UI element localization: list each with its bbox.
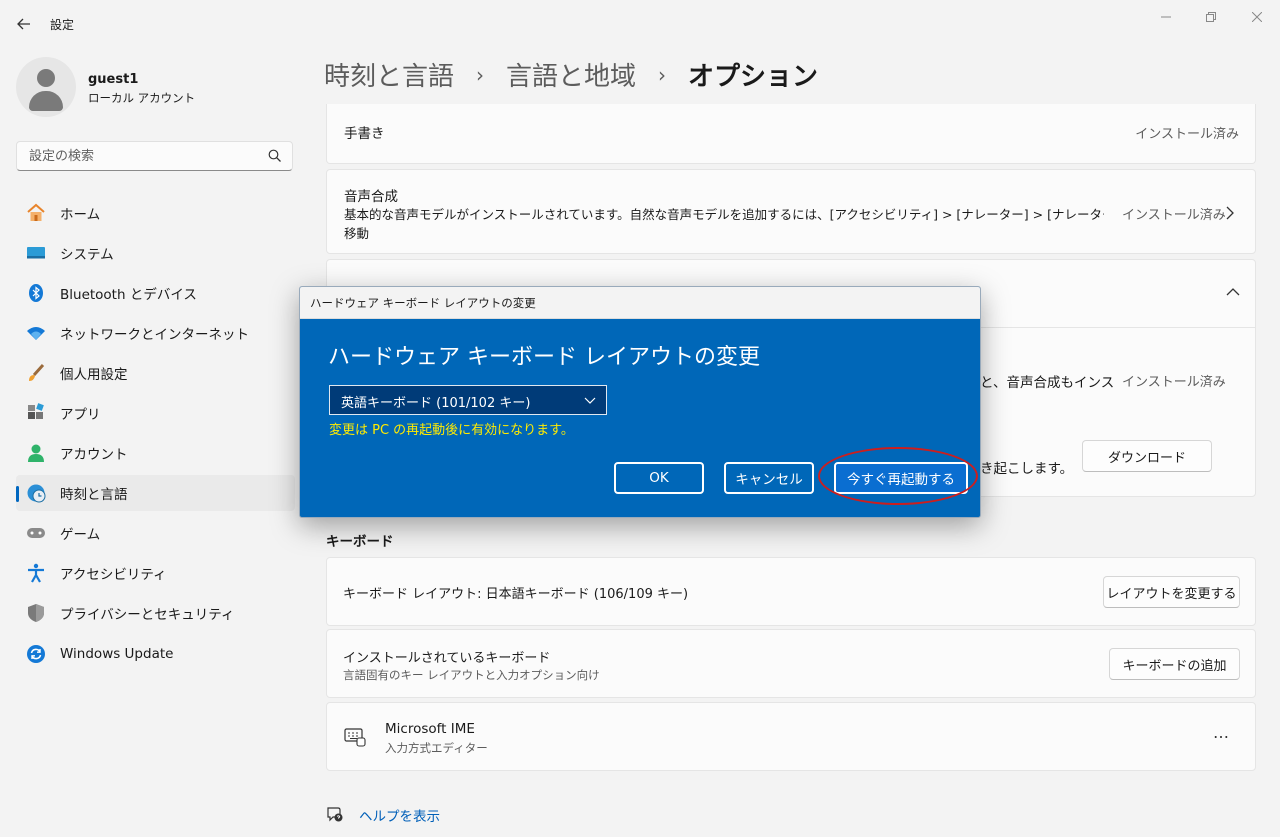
brush-icon (26, 363, 46, 383)
feature-desc-fragment: き起こします。 (980, 461, 1074, 477)
apps-icon (26, 403, 46, 423)
search-box[interactable] (16, 141, 293, 171)
accessibility-icon (26, 563, 46, 583)
sidebar-item-privacy[interactable]: プライバシーとセキュリティ (16, 595, 295, 631)
home-icon (26, 203, 46, 223)
sidebar-item-system[interactable]: システム (16, 235, 295, 271)
breadcrumb-time-language[interactable]: 時刻と言語 (324, 56, 454, 93)
sidebar-item-windows-update[interactable]: Windows Update (16, 636, 295, 672)
cancel-button[interactable]: キャンセル (724, 462, 814, 494)
change-layout-button[interactable]: レイアウトを変更する (1103, 576, 1240, 608)
account-type: ローカル アカウント (88, 91, 196, 105)
sidebar-item-gaming[interactable]: ゲーム (16, 515, 295, 551)
chevron-right-icon (1226, 206, 1234, 220)
installed-keyboards-card: インストールされているキーボード 言語固有のキー レイアウトと入力オプション向け… (326, 629, 1256, 698)
system-icon (26, 243, 46, 263)
sidebar-item-accounts[interactable]: アカウント (16, 435, 295, 471)
ime-subtitle: 入力方式エディター (385, 741, 488, 755)
ok-button[interactable]: OK (614, 462, 704, 494)
avatar[interactable] (16, 57, 76, 117)
dialog-titlebar[interactable]: ハードウェア キーボード レイアウトの変更 (300, 287, 980, 319)
handwriting-status: インストール済み (1135, 127, 1239, 142)
search-input[interactable] (27, 148, 261, 165)
more-options-button[interactable]: … (1209, 723, 1233, 747)
shield-icon (26, 603, 46, 623)
speech-title: 音声合成 (344, 189, 398, 205)
sidebar-item-bluetooth[interactable]: Bluetooth とデバイス (16, 275, 295, 311)
speech-card[interactable]: 音声合成 基本的な音声モデルがインストールされています。自然な音声モデルを追加す… (326, 169, 1256, 254)
app-title: 設定 (50, 18, 75, 32)
breadcrumb-separator: › (476, 62, 485, 87)
restart-note: 変更は PC の再起動後に有効になります。 (329, 423, 574, 438)
bluetooth-icon (26, 283, 46, 303)
ime-card[interactable]: Microsoft IME 入力方式エディター … (326, 702, 1256, 771)
time-language-icon (26, 483, 46, 503)
chevron-up-icon[interactable] (1226, 288, 1240, 296)
sidebar-item-apps[interactable]: アプリ (16, 395, 295, 431)
layout-select[interactable]: 英語キーボード (101/102 キー) (329, 385, 607, 415)
chevron-down-icon (584, 397, 596, 404)
help-icon (327, 807, 343, 822)
minimize-button[interactable] (1153, 8, 1179, 26)
highlight-annotation (818, 447, 978, 505)
restore-button[interactable] (1198, 8, 1224, 26)
keyboard-icon (344, 728, 366, 747)
ime-name: Microsoft IME (385, 721, 475, 737)
account-icon (26, 443, 46, 463)
search-icon (268, 149, 281, 162)
gamepad-icon (26, 523, 46, 543)
add-keyboard-button[interactable]: キーボードの追加 (1109, 648, 1240, 680)
back-button[interactable] (12, 12, 36, 36)
help-link[interactable]: ヘルプを表示 (359, 805, 440, 825)
breadcrumb-language-region[interactable]: 言語と地域 (506, 56, 636, 93)
page-title: オプション (688, 62, 819, 92)
breadcrumb: 時刻と言語 › 言語と地域 › オプション (324, 56, 818, 93)
user-name: guest1 (88, 72, 139, 87)
sidebar-item-personalization[interactable]: 個人用設定 (16, 355, 295, 391)
restore-icon (1206, 12, 1216, 22)
close-icon (1252, 12, 1262, 22)
handwriting-title: 手書き (344, 126, 385, 142)
wifi-icon (26, 323, 46, 343)
keyboard-layout-card: キーボード レイアウト: 日本語キーボード (106/109 キー) レイアウト… (326, 557, 1256, 626)
breadcrumb-separator: › (658, 62, 667, 87)
close-button[interactable] (1244, 8, 1270, 26)
feature-status: インストール済み (1122, 375, 1226, 390)
update-icon (26, 644, 46, 664)
sidebar-item-accessibility[interactable]: アクセシビリティ (16, 555, 295, 591)
sidebar-item-time-language[interactable]: 時刻と言語 (16, 475, 295, 511)
sidebar-item-network[interactable]: ネットワークとインターネット (16, 315, 295, 351)
dialog-heading: ハードウェア キーボード レイアウトの変更 (328, 345, 760, 370)
active-indicator (16, 486, 19, 502)
installed-keyboards-title: インストールされているキーボード (343, 651, 551, 666)
minimize-icon (1161, 16, 1171, 18)
layout-select-value: 英語キーボード (101/102 キー) (341, 396, 531, 411)
keyboard-section-title: キーボード (326, 534, 394, 550)
download-button[interactable]: ダウンロード (1082, 440, 1212, 472)
speech-status: インストール済み (1122, 208, 1226, 223)
feature-text-fragment: と、音声合成もインス (980, 375, 1115, 391)
back-arrow-icon (17, 18, 30, 30)
speech-description: 基本的な音声モデルがインストールされています。自然な音声モデルを追加するには、[… (344, 207, 1104, 241)
keyboard-layout-label: キーボード レイアウト: 日本語キーボード (106/109 キー) (343, 587, 689, 602)
sidebar-item-home[interactable]: ホーム (16, 195, 295, 231)
handwriting-card: 手書き インストール済み (326, 104, 1256, 164)
dialog-window-title: ハードウェア キーボード レイアウトの変更 (310, 296, 536, 310)
installed-keyboards-subtitle: 言語固有のキー レイアウトと入力オプション向け (343, 668, 600, 682)
